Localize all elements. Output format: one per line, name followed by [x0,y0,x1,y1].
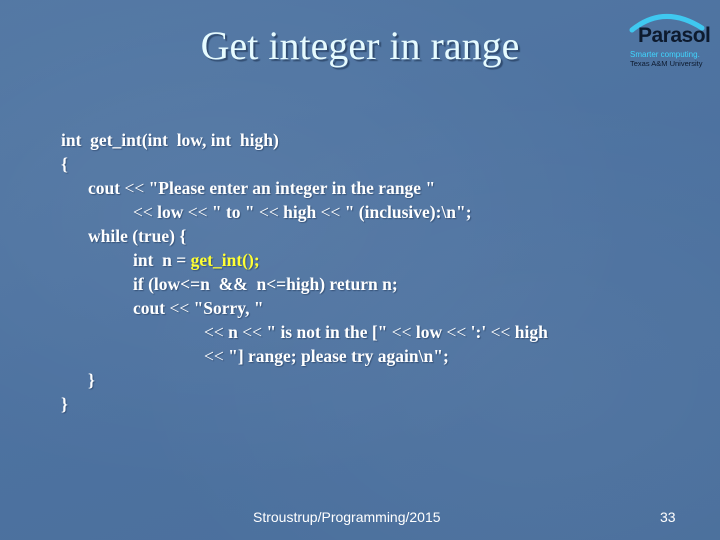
code-text: int n = [133,250,191,270]
slide-title: Get integer in range [200,23,520,68]
code-line: } [61,392,548,416]
code-line: cout << "Please enter an integer in the … [61,176,548,200]
slide-footer: Stroustrup/Programming/2015 [253,509,441,525]
stream-operator: << [204,346,224,366]
code-text: " to " [207,202,260,222]
logo-tagline: Smarter computing. [630,50,700,59]
stream-operator: << [490,322,511,342]
stream-operator: << [133,202,153,222]
logo-name: Parasol [638,24,711,47]
code-line: { [61,152,548,176]
code-text: cout [133,298,170,318]
parasol-logo: Parasol Smarter computing. Texas A&M Uni… [624,8,714,70]
code-line: << low << " to " << high << " (inclusive… [61,200,548,224]
code-line: if (low<=n && n<=high) return n; [61,272,548,296]
code-block: int get_int(int low, int high){cout << "… [61,128,548,416]
code-text: "Please enter an integer in the range " [144,178,436,198]
stream-operator: << [259,202,279,222]
code-text: } [88,370,95,390]
code-text: low [152,202,188,222]
stream-operator: << [446,322,467,342]
code-text: while (true) { [88,226,187,246]
code-text: { [61,154,68,174]
code-line: while (true) { [61,224,548,248]
code-text: high [278,202,321,222]
code-line: << n << " is not in the [" << low << ':'… [61,320,548,344]
code-text: cout [88,178,125,198]
stream-operator: << [204,322,224,342]
stream-operator: << [320,202,341,222]
stream-operator: << [242,322,262,342]
code-text: "] range; please try again\n"; [223,346,449,366]
code-text: n [223,322,243,342]
code-text: high [510,322,548,342]
code-text: if (low<=n && n<=high) return n; [133,274,398,294]
code-line: int n = get_int(); [61,248,548,272]
stream-operator: << [169,298,190,318]
code-text: int get_int(int low, int high) [61,130,279,150]
code-text: "Sorry, " [189,298,264,318]
code-text: ':' [466,322,491,342]
code-line: } [61,368,548,392]
stream-operator: << [187,202,208,222]
page-number: 33 [660,509,676,525]
code-text: } [61,394,68,414]
highlighted-code: get_int(); [190,250,260,270]
code-line: << "] range; please try again\n"; [61,344,548,368]
code-text: low [411,322,447,342]
code-text: " is not in the [" [261,322,392,342]
code-line: int get_int(int low, int high) [61,128,548,152]
code-text: " (inclusive):\n"; [340,202,472,222]
stream-operator: << [124,178,145,198]
code-line: cout << "Sorry, " [61,296,548,320]
stream-operator: << [391,322,412,342]
logo-institution: Texas A&M University [630,59,703,68]
